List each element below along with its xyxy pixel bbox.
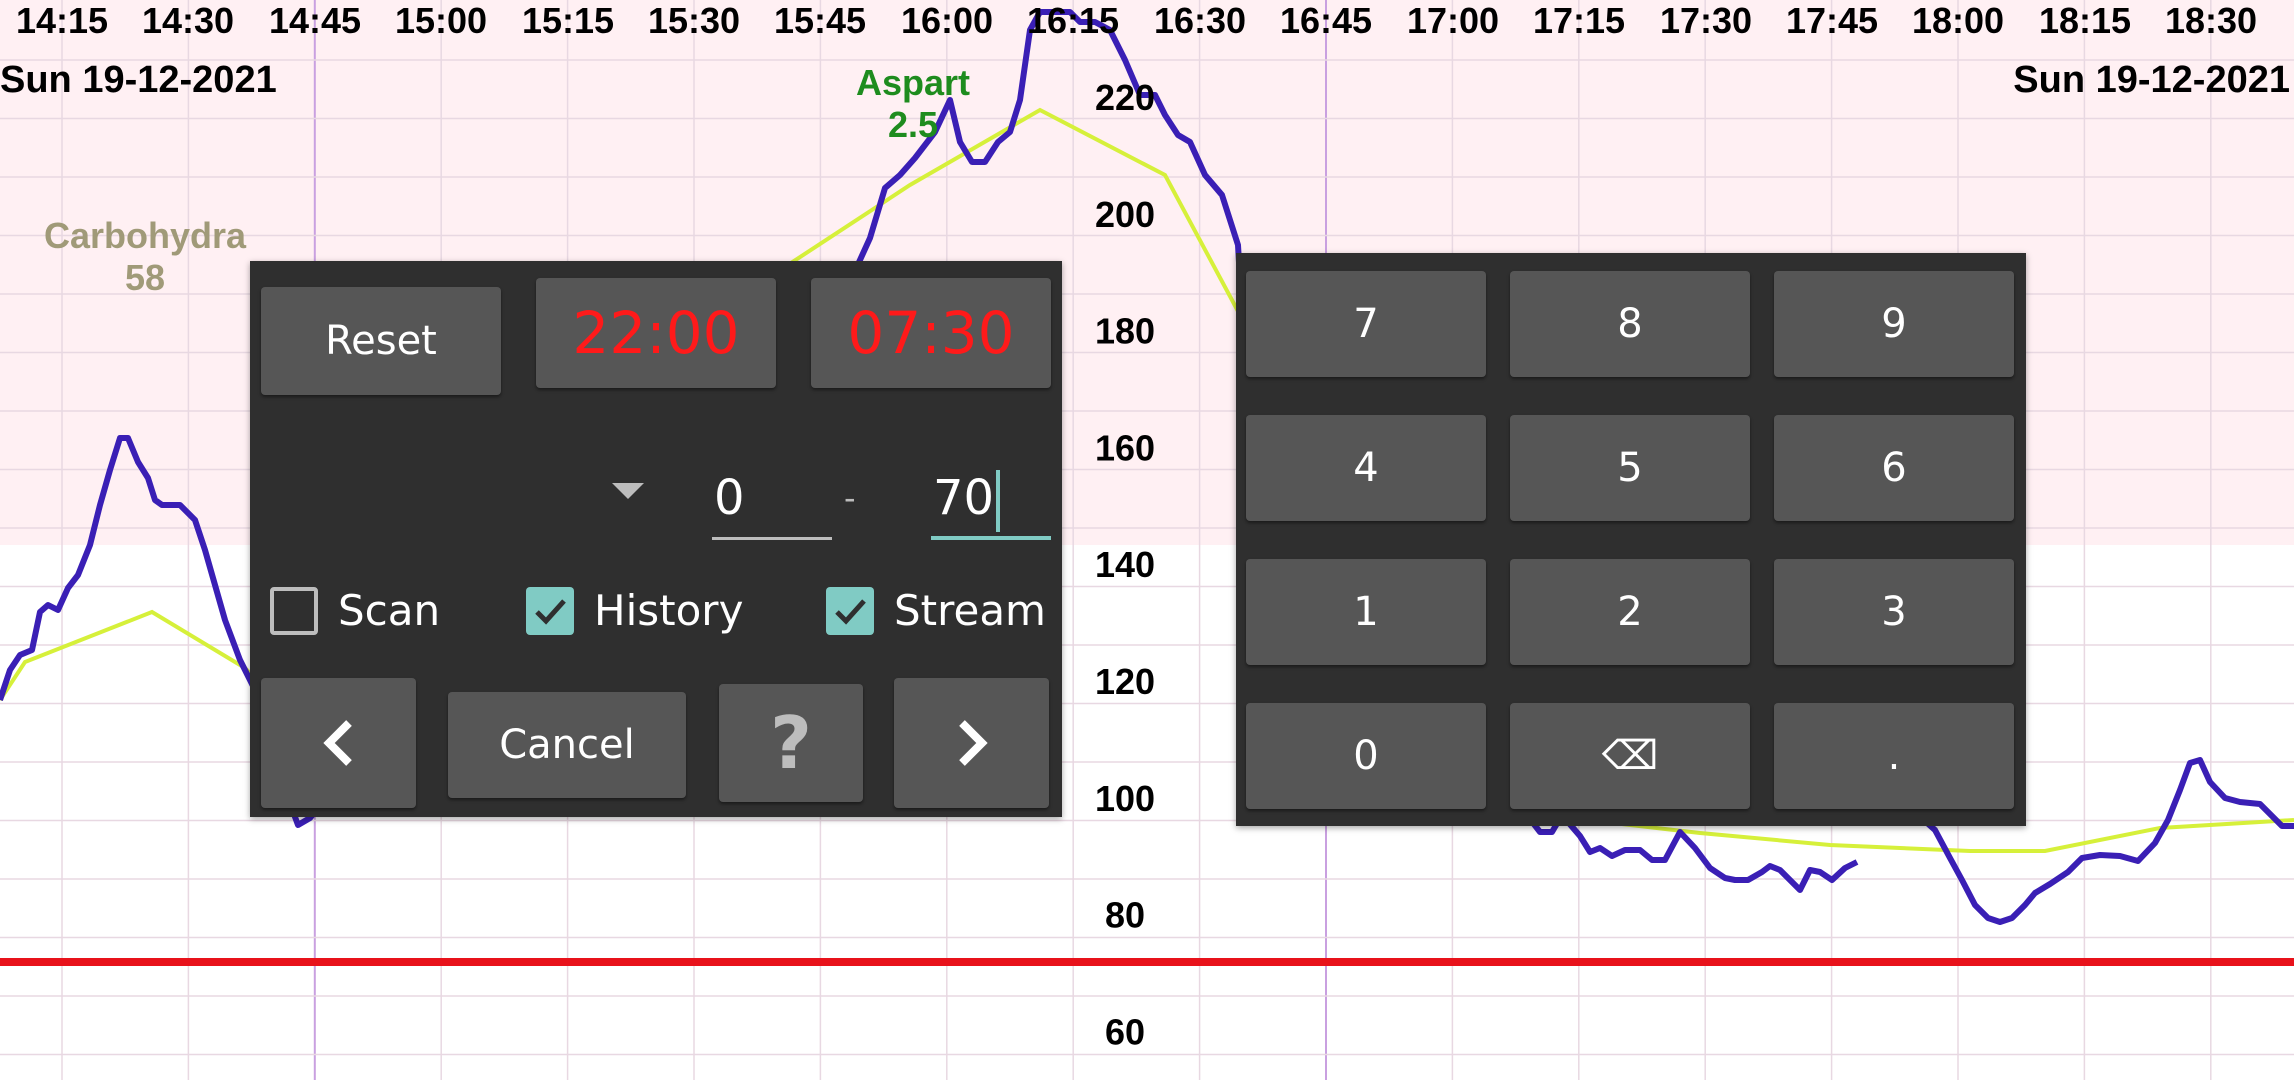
glucose-label: 160 [1095, 427, 1155, 468]
key-1[interactable]: 1 [1246, 559, 1486, 665]
checkmark-icon [835, 598, 866, 625]
previous-button[interactable] [261, 678, 416, 808]
cancel-button[interactable]: Cancel [448, 692, 686, 798]
range-max-value: 70 [933, 470, 995, 526]
key-8[interactable]: 8 [1510, 271, 1750, 377]
chevron-left-icon [322, 720, 352, 766]
numeric-keypad: 7 8 9 4 5 6 1 2 3 0 ⌫ . [1236, 253, 2026, 826]
key-2[interactable]: 2 [1510, 559, 1750, 665]
key-7[interactable]: 7 [1246, 271, 1486, 377]
time-label: 15:00 [395, 0, 487, 41]
glucose-label: 140 [1095, 544, 1155, 585]
carbs-annotation-label: Carbohydra [44, 215, 247, 256]
checkbox-stream[interactable]: Stream [826, 586, 1046, 635]
glucose-label: 220 [1095, 77, 1155, 118]
end-time-button[interactable]: 07:30 [811, 278, 1051, 388]
help-button[interactable]: ? [719, 684, 863, 802]
time-label: 17:30 [1660, 0, 1752, 41]
range-max-input[interactable]: 70 [931, 456, 1051, 540]
time-label: 15:15 [522, 0, 614, 41]
glucose-label: 180 [1095, 311, 1155, 352]
glucose-axis: 220 200 180 160 140 120 100 80 60 [1095, 77, 1155, 1052]
insulin-annotation-label: Aspart [856, 62, 970, 103]
glucose-label: 100 [1095, 778, 1155, 819]
time-label: 17:15 [1533, 0, 1625, 41]
text-cursor [996, 470, 1001, 532]
glucose-label: 60 [1105, 1011, 1145, 1052]
key-9[interactable]: 9 [1774, 271, 2014, 377]
time-label: 18:15 [2039, 0, 2131, 41]
key-decimal[interactable]: . [1774, 703, 2014, 809]
insulin-annotation-value: 2.5 [888, 104, 938, 145]
next-button[interactable] [894, 678, 1049, 808]
range-min-input[interactable]: 0 [712, 456, 832, 540]
carbs-annotation-value: 58 [125, 257, 165, 298]
time-label: 15:30 [648, 0, 740, 41]
time-label: 14:45 [269, 0, 361, 41]
time-label: 14:15 [16, 0, 108, 41]
backspace-icon: ⌫ [1601, 733, 1659, 779]
range-min-value: 0 [714, 470, 745, 526]
key-6[interactable]: 6 [1774, 415, 2014, 521]
backspace-key[interactable]: ⌫ [1510, 703, 1750, 809]
range-dialog: Reset 22:00 07:30 0 - 70 Scan History St… [250, 261, 1062, 817]
range-separator: - [844, 479, 856, 517]
time-label: 17:45 [1786, 0, 1878, 41]
glucose-label: 200 [1095, 194, 1155, 235]
key-5[interactable]: 5 [1510, 415, 1750, 521]
time-label: 16:45 [1280, 0, 1372, 41]
time-label: 18:30 [2165, 0, 2257, 41]
time-label: 16:15 [1027, 0, 1119, 41]
glucose-label: 120 [1095, 661, 1155, 702]
checkmark-icon [535, 598, 566, 625]
time-label: 15:45 [774, 0, 866, 41]
time-label: 17:00 [1407, 0, 1499, 41]
checkbox-history-box[interactable] [526, 586, 574, 635]
reset-button[interactable]: Reset [261, 287, 501, 395]
dropdown-icon[interactable] [612, 483, 644, 499]
checkbox-scan-box[interactable] [270, 586, 318, 635]
time-label: 16:00 [901, 0, 993, 41]
date-left: Sun 19-12-2021 [0, 59, 277, 101]
checkbox-stream-box[interactable] [826, 586, 874, 635]
date-right: Sun 19-12-2021 [2013, 59, 2290, 101]
checkbox-scan-label: Scan [338, 586, 441, 635]
time-label: 18:00 [1912, 0, 2004, 41]
start-time-button[interactable]: 22:00 [536, 278, 776, 388]
checkbox-scan[interactable]: Scan [270, 586, 440, 635]
time-label: 14:30 [142, 0, 234, 41]
checkbox-history-label: History [594, 586, 744, 635]
key-3[interactable]: 3 [1774, 559, 2014, 665]
chevron-right-icon [958, 720, 988, 766]
checkbox-stream-label: Stream [894, 586, 1046, 635]
time-label: 16:30 [1154, 0, 1246, 41]
key-4[interactable]: 4 [1246, 415, 1486, 521]
checkbox-history[interactable]: History [526, 586, 743, 635]
key-0[interactable]: 0 [1246, 703, 1486, 809]
glucose-label: 80 [1105, 895, 1145, 936]
